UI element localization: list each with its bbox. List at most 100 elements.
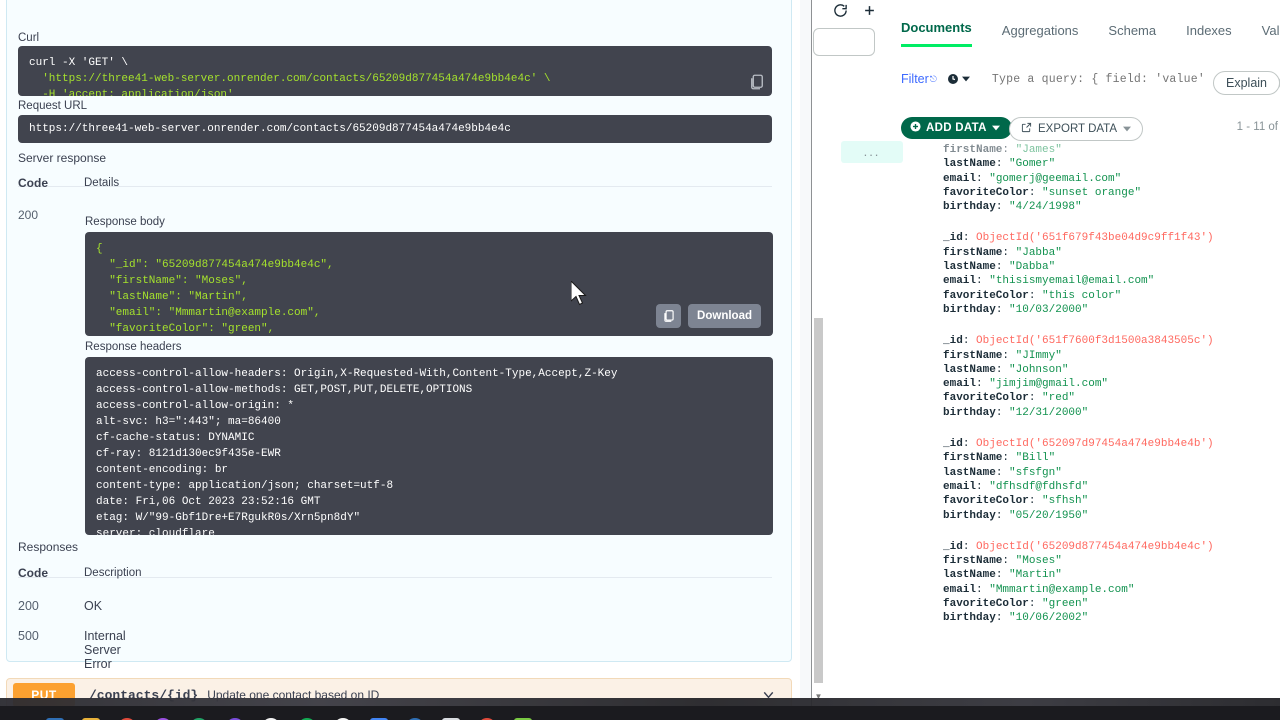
ellipsis-icon[interactable]: ... bbox=[864, 145, 881, 158]
download-button[interactable]: Download bbox=[688, 304, 761, 328]
query-history-control[interactable] bbox=[947, 73, 970, 85]
document-field: birthday: "12/31/2000" bbox=[943, 406, 1280, 420]
field-key: email bbox=[943, 583, 977, 596]
copy-response-icon[interactable] bbox=[656, 304, 682, 328]
field-separator: : bbox=[962, 335, 977, 348]
field-separator: : bbox=[962, 232, 977, 245]
caret-down-icon bbox=[991, 125, 1000, 131]
copy-to-clipboard-icon[interactable] bbox=[748, 73, 766, 91]
document-field: firstName: "Jabba" bbox=[943, 246, 1280, 260]
document-field: favoriteColor: "green" bbox=[943, 597, 1280, 611]
document-list: firstName: "James" lastName: "Gomer" email… bbox=[943, 143, 1280, 703]
compass-tabs: Documents Aggregations Schema Indexes Va… bbox=[901, 20, 1280, 47]
document-item[interactable]: _id: ObjectId('65209d877454a474e9bb4e4c'… bbox=[943, 540, 1280, 626]
document-field: email: "thisismyemail@email.com" bbox=[943, 274, 1280, 288]
refresh-icon[interactable] bbox=[833, 3, 848, 23]
document-field: lastName: "Martin" bbox=[943, 568, 1280, 582]
add-data-button[interactable]: ADD DATA bbox=[901, 117, 1012, 139]
field-separator: : bbox=[976, 275, 990, 288]
document-item[interactable]: firstName: "James" lastName: "Gomer" email… bbox=[943, 143, 1280, 214]
field-separator: : bbox=[1002, 246, 1016, 259]
field-separator: : bbox=[995, 509, 1010, 522]
external-link-icon[interactable]: ⎋ bbox=[930, 74, 937, 85]
field-value: "Johnson" bbox=[1009, 363, 1069, 376]
os-taskbar bbox=[0, 706, 1280, 720]
explain-button[interactable]: Explain bbox=[1213, 71, 1280, 95]
document-field: _id: ObjectId('652097d97454a474e9bb4e4b'… bbox=[943, 437, 1280, 451]
document-row-menu[interactable]: ... bbox=[841, 141, 903, 163]
field-separator: : bbox=[995, 406, 1010, 419]
document-item[interactable]: _id: ObjectId('651f679f43be04d9c9ff1f43'… bbox=[943, 231, 1280, 317]
field-value: "4/24/1998" bbox=[1009, 201, 1082, 214]
field-key: lastName bbox=[943, 261, 996, 274]
response-status-code: 200 bbox=[18, 208, 39, 222]
tab-documents[interactable]: Documents bbox=[901, 20, 972, 47]
field-separator: : bbox=[1028, 598, 1043, 611]
field-value: "10/03/2000" bbox=[1009, 303, 1089, 316]
field-separator: : bbox=[1002, 144, 1016, 156]
export-data-label: EXPORT DATA bbox=[1038, 123, 1118, 135]
server-response-label: Server response bbox=[18, 151, 107, 165]
query-input[interactable] bbox=[991, 72, 1242, 86]
field-key: _id bbox=[943, 232, 963, 245]
document-field: favoriteColor: "red" bbox=[943, 391, 1280, 405]
curl-line-3: -H 'accept: application/json' bbox=[29, 89, 234, 96]
curl-line-1: curl -X 'GET' \ bbox=[29, 57, 129, 69]
response-headers-block: access-control-allow-headers: Origin,X-R… bbox=[85, 357, 773, 535]
field-key: firstName bbox=[943, 349, 1003, 362]
field-separator: : bbox=[995, 158, 1010, 171]
field-separator: : bbox=[962, 540, 977, 553]
export-data-button[interactable]: EXPORT DATA bbox=[1009, 117, 1144, 141]
document-field: email: "Mmmartin@example.com" bbox=[943, 583, 1280, 597]
tab-indexes[interactable]: Indexes bbox=[1186, 23, 1232, 47]
filter-label[interactable]: Filter bbox=[901, 72, 929, 86]
field-separator: : bbox=[1002, 555, 1016, 568]
field-value: "Dabba" bbox=[1009, 261, 1056, 274]
document-field: firstName: "James" bbox=[943, 143, 1280, 157]
field-separator: : bbox=[1028, 289, 1043, 302]
document-item[interactable]: _id: ObjectId('652097d97454a474e9bb4e4b'… bbox=[943, 437, 1280, 523]
field-separator: : bbox=[995, 303, 1010, 316]
sidebar-collection-box[interactable] bbox=[813, 28, 875, 56]
scrollbar-thumb[interactable] bbox=[814, 318, 823, 683]
tab-aggregations[interactable]: Aggregations bbox=[1002, 23, 1079, 47]
field-value: ObjectId('652097d97454a474e9bb4e4b') bbox=[976, 438, 1214, 451]
field-separator: : bbox=[995, 261, 1010, 274]
field-value: "Gomer" bbox=[1009, 158, 1056, 171]
scrollbar-track[interactable]: ▼ bbox=[806, 0, 823, 706]
document-field: _id: ObjectId('65209d877454a474e9bb4e4c'… bbox=[943, 540, 1280, 554]
field-value: "Moses" bbox=[1015, 555, 1062, 568]
document-count-label: 1 - 11 of bbox=[1236, 121, 1278, 133]
field-key: firstName bbox=[943, 246, 1003, 259]
tab-validation[interactable]: Validation bbox=[1262, 23, 1280, 47]
field-value: ObjectId('651f7600f3d1500a3843505c') bbox=[976, 335, 1214, 348]
document-item[interactable]: _id: ObjectId('651f7600f3d1500a3843505c'… bbox=[943, 334, 1280, 420]
document-field: birthday: "4/24/1998" bbox=[943, 200, 1280, 214]
plus-icon[interactable] bbox=[862, 3, 877, 23]
field-separator: : bbox=[995, 569, 1010, 582]
field-separator: : bbox=[995, 612, 1010, 625]
response-row-description: OK bbox=[84, 599, 103, 613]
field-value: "sfsfgn" bbox=[1009, 466, 1062, 479]
field-value: "Jabba" bbox=[1015, 246, 1062, 259]
response-row-description: Internal Server Error bbox=[84, 629, 126, 671]
responses-table-header: Code Description bbox=[18, 566, 772, 580]
field-key: lastName bbox=[943, 466, 996, 479]
tab-schema[interactable]: Schema bbox=[1108, 23, 1156, 47]
field-separator: : bbox=[995, 201, 1010, 214]
caret-down-icon bbox=[1123, 126, 1132, 132]
compass-toolbar bbox=[833, 3, 877, 23]
field-separator: : bbox=[976, 583, 990, 596]
responses-label: Responses bbox=[18, 540, 79, 554]
field-key: email bbox=[943, 378, 977, 391]
field-key: favoriteColor bbox=[943, 289, 1029, 302]
field-key: firstName bbox=[943, 555, 1003, 568]
field-key: birthday bbox=[943, 612, 996, 625]
desktop-background-strip bbox=[0, 698, 1280, 706]
field-key: lastName bbox=[943, 569, 996, 582]
document-field: birthday: "10/03/2000" bbox=[943, 303, 1280, 317]
plus-circle-icon bbox=[910, 121, 921, 135]
filter-bar: Filter ⎋ bbox=[901, 72, 1242, 86]
field-key: firstName bbox=[943, 452, 1003, 465]
document-field: firstName: "Moses" bbox=[943, 554, 1280, 568]
